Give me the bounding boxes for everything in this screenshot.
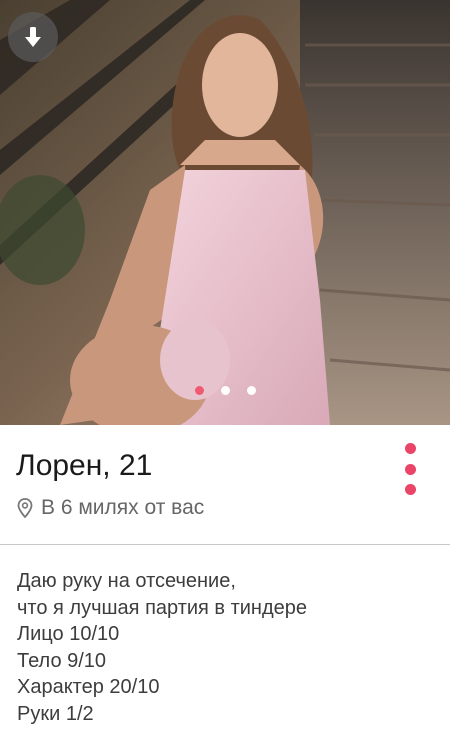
- download-button[interactable]: [8, 12, 58, 62]
- bio-line: Характер 20/10: [17, 676, 160, 698]
- arrow-down-icon: [25, 27, 41, 47]
- photo-dot-3[interactable]: [246, 386, 256, 395]
- bio-line: Даю руку на отсечение,: [17, 570, 236, 592]
- photo-pagination: [0, 386, 450, 395]
- photo-dot-2[interactable]: [220, 386, 230, 395]
- distance-text: В 6 милях от вас: [41, 496, 205, 519]
- photo-dot-1[interactable]: [194, 386, 204, 395]
- bio: Даю руку на отсечение, что я лучшая парт…: [17, 568, 307, 727]
- divider: [0, 544, 450, 545]
- menu-dot-3: [404, 484, 416, 495]
- menu-dot-2: [404, 463, 416, 475]
- bio-line: Лицо 10/10: [17, 623, 120, 645]
- bio-line: Тело 9/10: [17, 649, 107, 672]
- bio-line: что я лучшая партия в тиндере: [17, 596, 308, 619]
- more-options-button[interactable]: [402, 443, 418, 495]
- location-pin-icon: [17, 498, 33, 518]
- vertical-dots-icon: [404, 443, 416, 454]
- distance-row: В 6 милях от вас: [17, 496, 204, 520]
- bio-line: Руки 1/2: [17, 702, 94, 725]
- profile-name-age: Лорен, 21: [16, 449, 153, 482]
- profile-photo-image: [0, 0, 450, 425]
- profile-photo[interactable]: [0, 0, 450, 425]
